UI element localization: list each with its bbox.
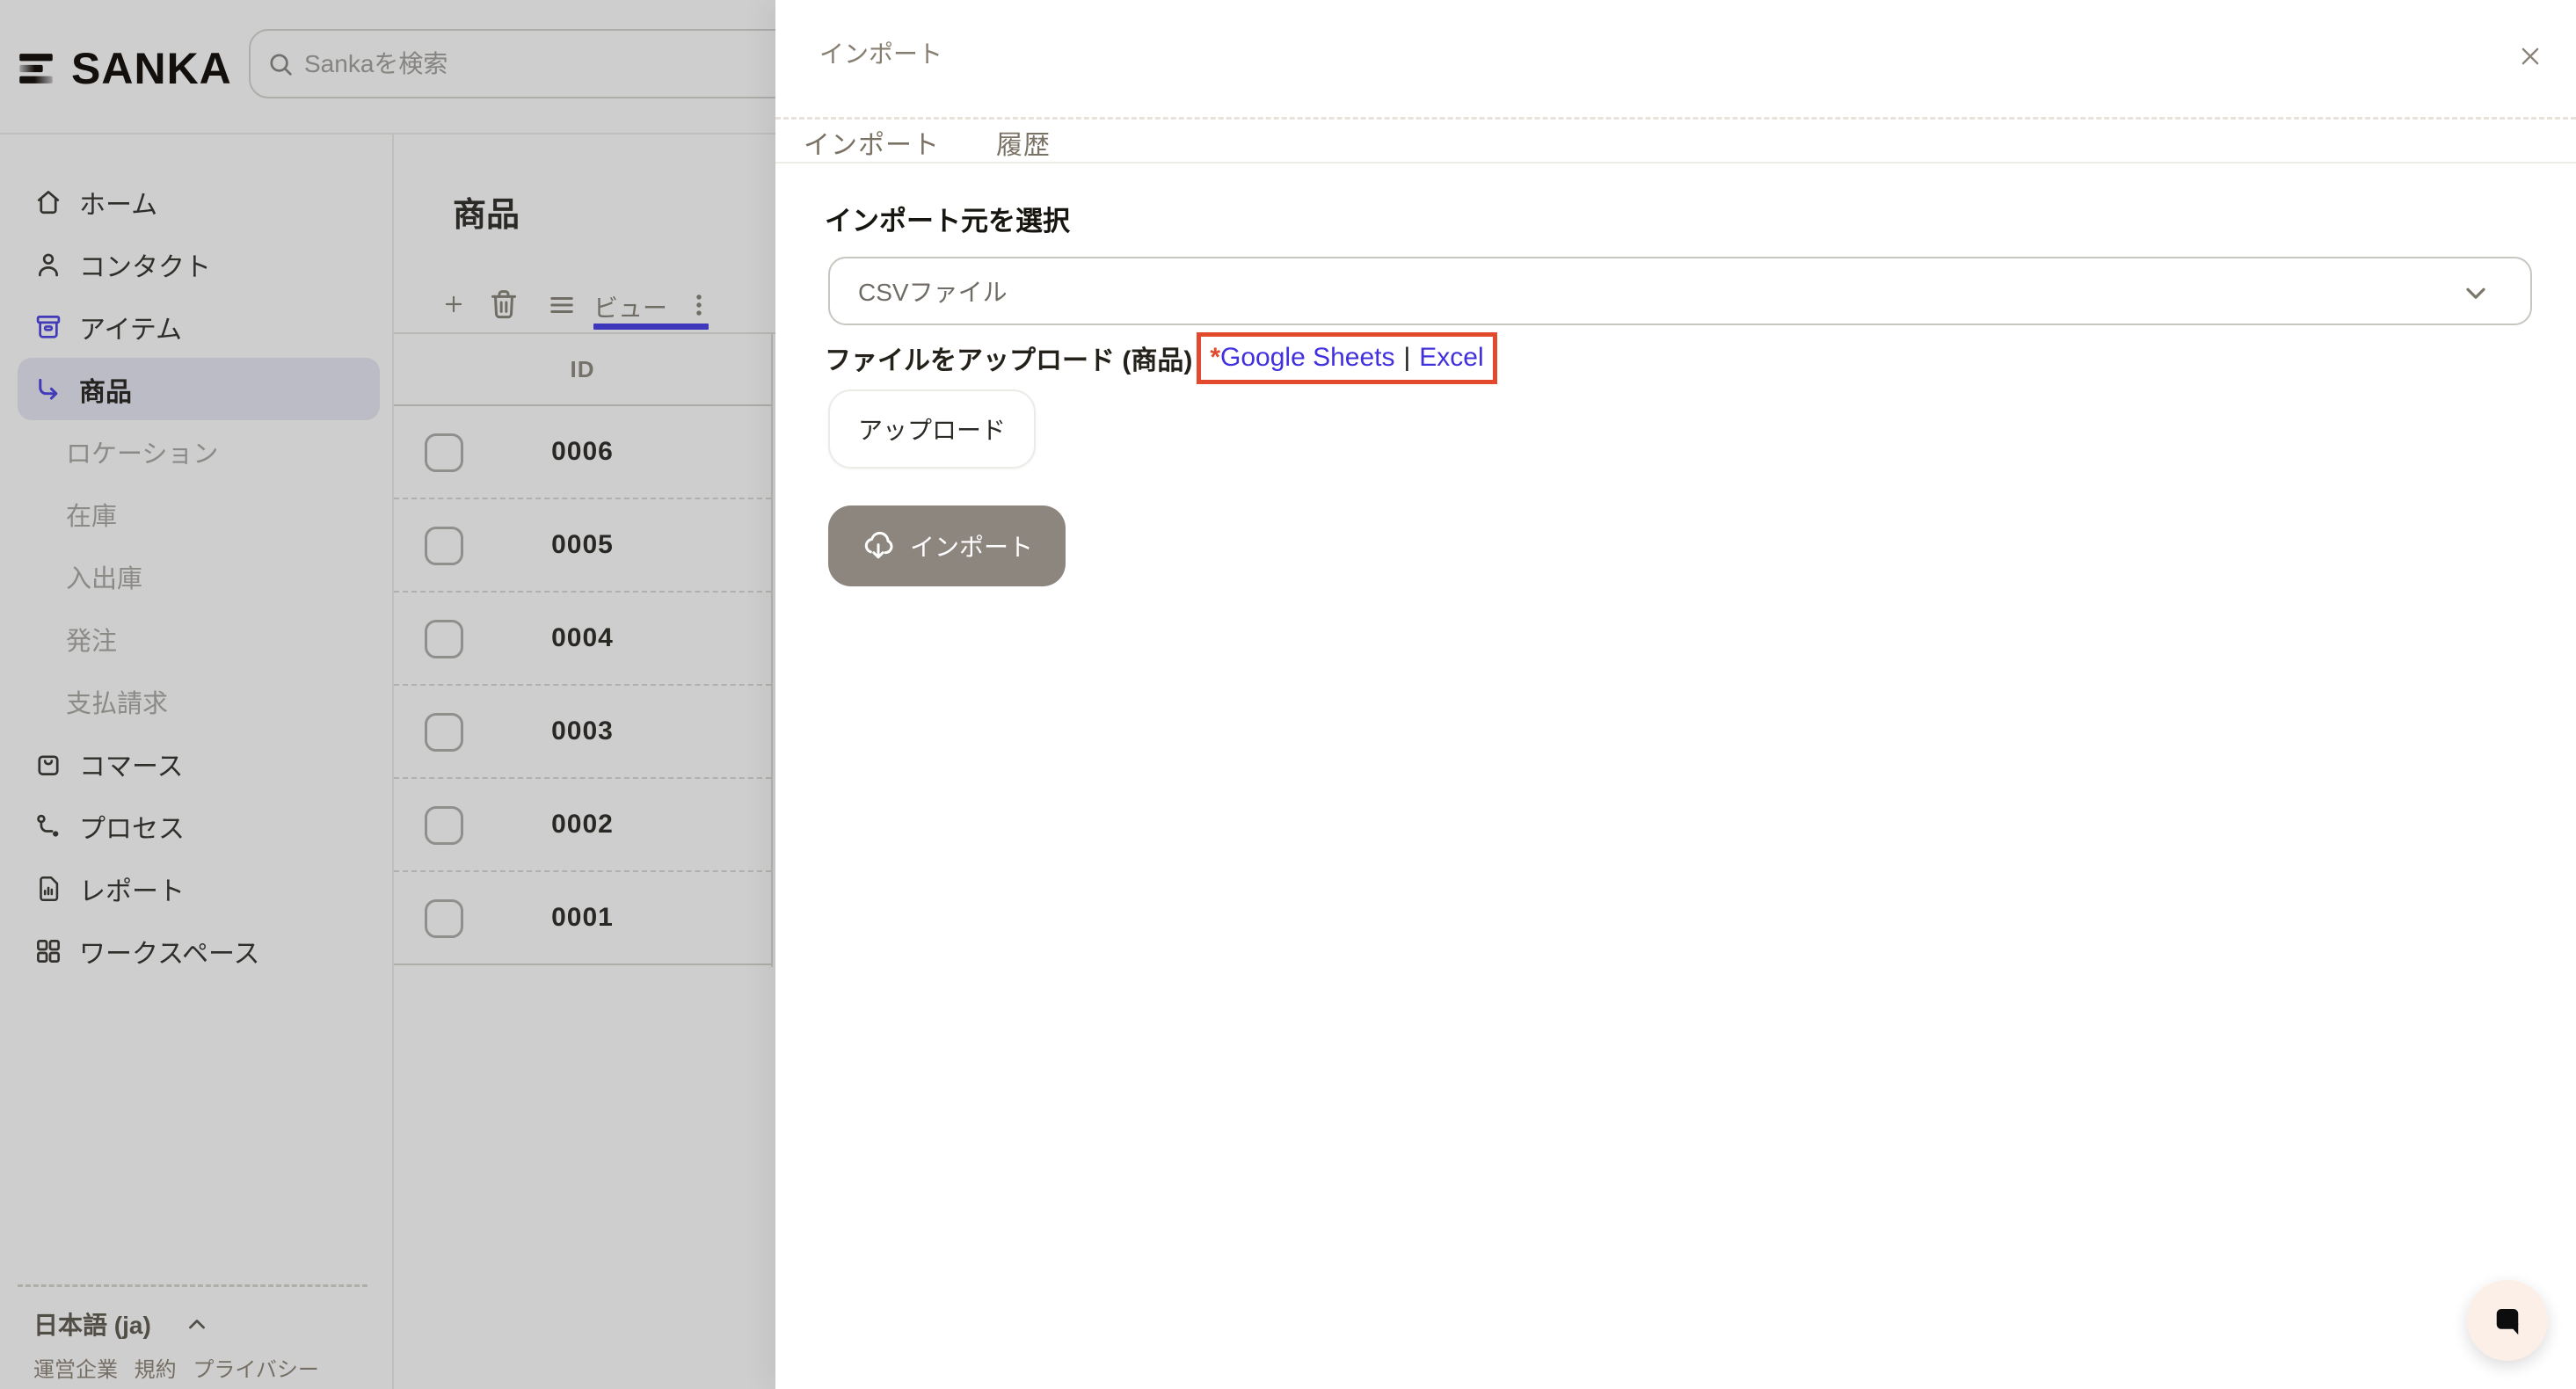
- tabs-divider: [775, 162, 2576, 164]
- import-button-label: インポート: [910, 528, 1033, 564]
- chat-launcher[interactable]: [2467, 1280, 2548, 1361]
- modal-title: インポート: [819, 35, 942, 70]
- import-source-heading: インポート元を選択: [825, 199, 1070, 238]
- modal-header-divider: [775, 117, 2576, 120]
- import-button[interactable]: インポート: [828, 505, 1066, 586]
- tab-import[interactable]: インポート: [804, 123, 940, 162]
- chat-bubble-icon: [2489, 1302, 2526, 1339]
- upload-file-label: ファイルをアップロード (商品): [825, 338, 1192, 377]
- upload-label-row: ファイルをアップロード (商品) * Google Sheets | Excel: [825, 329, 1497, 387]
- select-value: CSVファイル: [858, 273, 1008, 309]
- modal-tabs: インポート 履歴: [804, 123, 1051, 162]
- link-divider: |: [1404, 343, 1411, 373]
- cloud-download-icon: [861, 528, 896, 564]
- chevron-down-icon: [2460, 277, 2492, 309]
- close-icon[interactable]: [2511, 37, 2550, 76]
- excel-link[interactable]: Excel: [1419, 343, 1483, 373]
- tab-history[interactable]: 履歴: [996, 123, 1051, 162]
- required-asterisk: *: [1210, 343, 1220, 373]
- import-modal: インポート インポート 履歴 インポート元を選択 CSVファイル ファイルをアッ…: [775, 0, 2576, 1389]
- import-source-select[interactable]: CSVファイル: [828, 257, 2532, 325]
- google-sheets-link[interactable]: Google Sheets: [1220, 343, 1394, 373]
- upload-button[interactable]: アップロード: [828, 389, 1036, 469]
- highlighted-links-box: * Google Sheets | Excel: [1197, 332, 1496, 384]
